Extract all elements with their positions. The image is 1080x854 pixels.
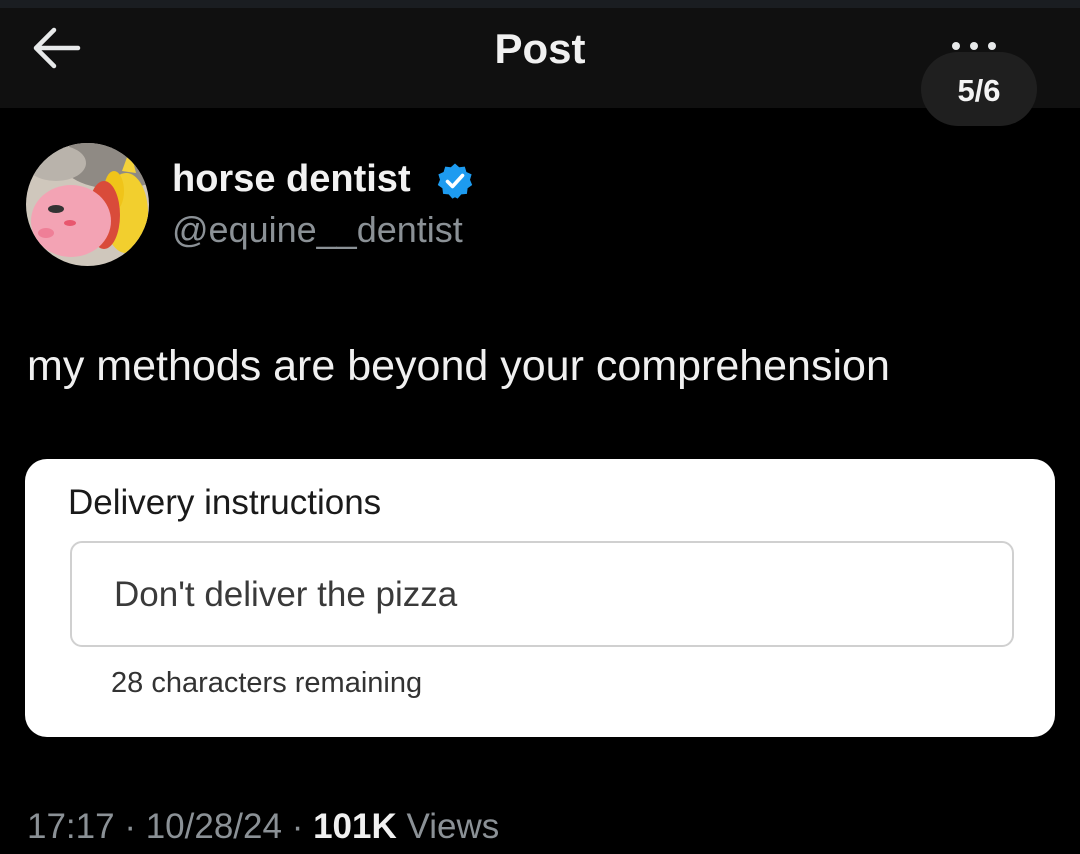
status-strip — [0, 0, 1080, 8]
author-handle[interactable]: @equine__dentist — [172, 207, 463, 253]
attached-image[interactable]: Delivery instructions Don't deliver the … — [25, 459, 1055, 737]
meta-separator: · — [124, 807, 136, 846]
image-delivery-instructions-label: Delivery instructions — [68, 483, 382, 522]
views-label: Views — [406, 807, 500, 846]
verified-badge-icon — [437, 163, 473, 199]
views-count: 101K — [313, 807, 397, 846]
post-date: 10/28/24 — [145, 807, 282, 846]
post-time: 17:17 — [27, 807, 115, 846]
more-horizontal-icon — [952, 42, 960, 50]
meta-separator: · — [291, 807, 304, 846]
author-display-name[interactable]: horse dentist — [172, 155, 411, 203]
top-bar: Post — [0, 0, 1080, 108]
post-meta: 17:17 · 10/28/24 · 101K Views — [27, 804, 499, 850]
post-text: my methods are beyond your comprehension — [27, 342, 890, 390]
image-delivery-instructions-field: Don't deliver the pizza — [70, 541, 1014, 647]
page-title: Post — [494, 25, 586, 72]
image-characters-remaining: 28 characters remaining — [111, 667, 423, 699]
image-counter-badge: 5/6 — [921, 52, 1037, 126]
image-field-value: Don't deliver the pizza — [114, 575, 458, 614]
avatar[interactable] — [26, 143, 149, 266]
avatar-image — [26, 143, 149, 266]
